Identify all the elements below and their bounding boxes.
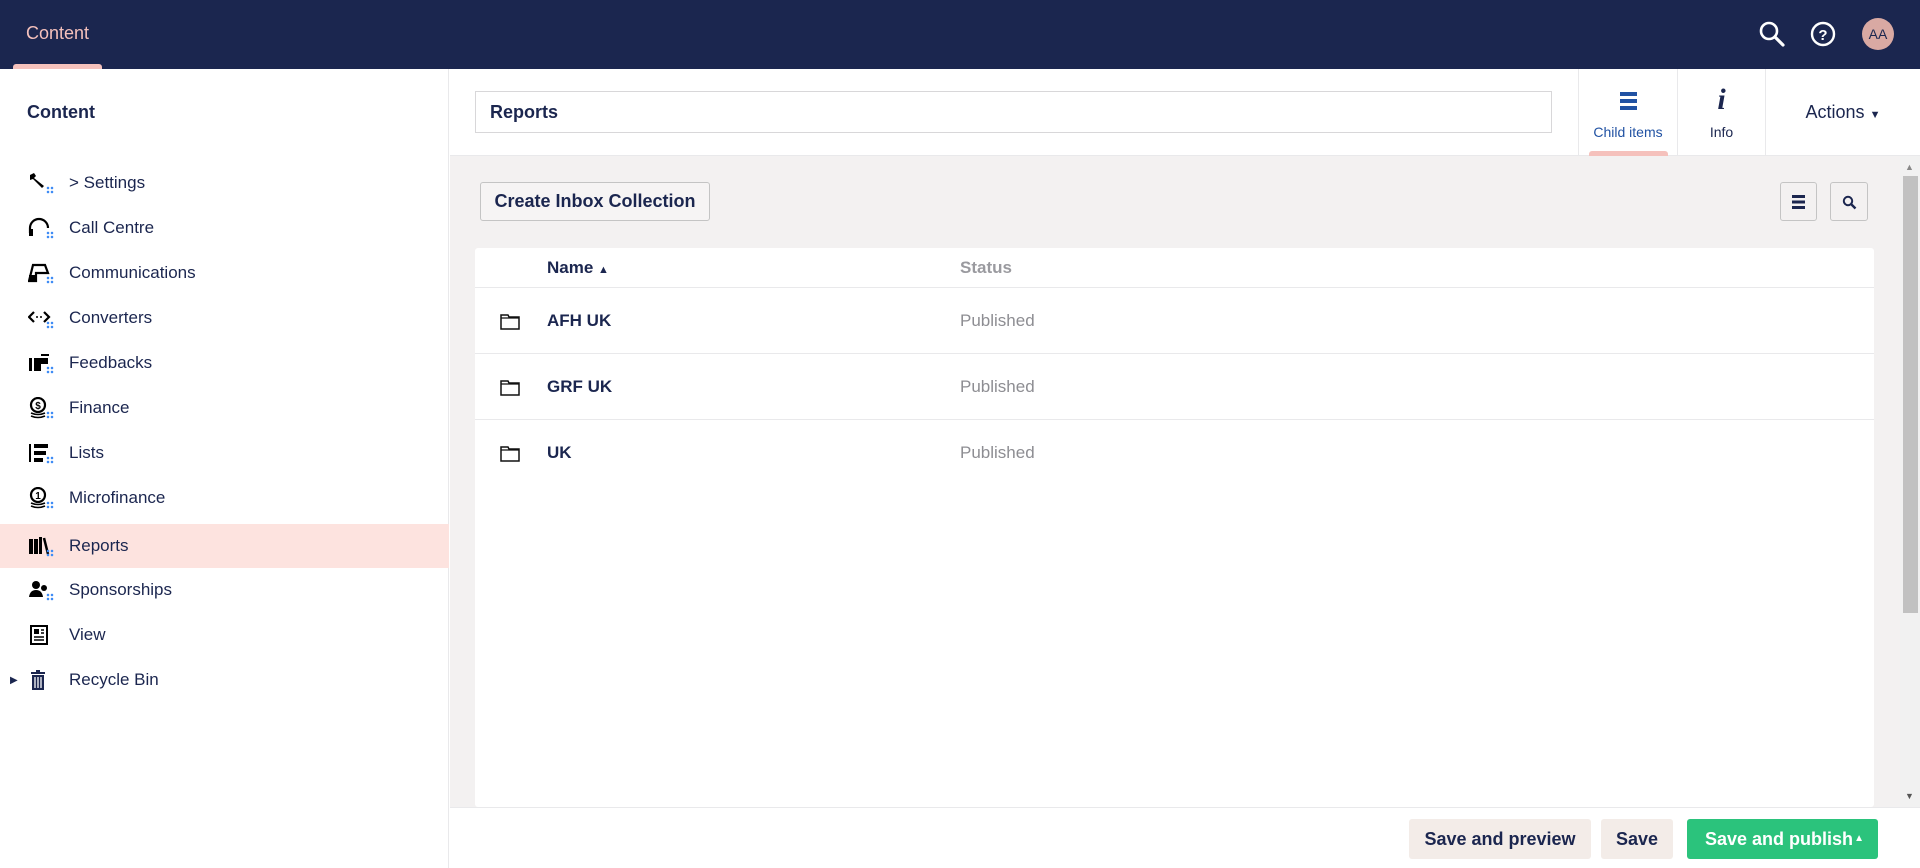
listview-area: Create Inbox Collection Name ▲ Status AF… xyxy=(450,156,1900,807)
sidebar-item-view[interactable]: View xyxy=(0,613,449,657)
table-header: Name ▲ Status xyxy=(475,248,1874,288)
top-header: Content ? AA xyxy=(0,0,1920,69)
svg-text:$: $ xyxy=(35,401,41,412)
row-name[interactable]: AFH UK xyxy=(547,288,611,354)
sidebar-item-communications[interactable]: Communications xyxy=(0,251,449,295)
editor-header: Child items i Info Actions ▼ xyxy=(450,69,1920,156)
sidebar-item-settings[interactable]: > Settings xyxy=(0,161,449,205)
section-tab-label: Content xyxy=(25,23,90,43)
tab-label: Info xyxy=(1709,124,1734,140)
dots-badge xyxy=(46,593,54,601)
sidebar-item-call-centre[interactable]: Call Centre xyxy=(0,206,449,250)
list-icon xyxy=(1792,195,1805,209)
caret-up-icon[interactable]: ▲ xyxy=(1854,819,1864,859)
info-icon: i xyxy=(1717,83,1726,116)
actions-label: Actions xyxy=(1805,102,1865,122)
create-inbox-collection-button[interactable]: Create Inbox Collection xyxy=(480,182,710,221)
dots-badge xyxy=(46,276,54,284)
folder-icon xyxy=(500,314,520,330)
column-label: Name xyxy=(547,258,594,277)
sidebar-item-converters[interactable]: Converters xyxy=(0,296,449,340)
sidebar-item-label: Finance xyxy=(69,398,130,417)
sidebar-item-label: > Settings xyxy=(69,173,146,192)
row-name[interactable]: GRF UK xyxy=(547,354,612,420)
trash-icon xyxy=(31,670,45,690)
expand-caret-icon[interactable]: ▶ xyxy=(10,675,18,686)
dots-badge xyxy=(46,501,54,509)
newspaper-icon xyxy=(30,625,48,645)
table-row[interactable]: UK Published xyxy=(475,420,1874,486)
row-status: Published xyxy=(960,443,1035,462)
folder-icon xyxy=(500,380,520,396)
sidebar-item-sponsorships[interactable]: Sponsorships xyxy=(0,568,449,612)
save-and-preview-button[interactable]: Save and preview xyxy=(1409,819,1591,859)
save-and-publish-label: Save and publish xyxy=(1705,829,1854,849)
sidebar-item-label: Call Centre xyxy=(69,218,155,237)
sidebar-item-label: Reports xyxy=(69,536,129,555)
sidebar-item-label: Communications xyxy=(69,263,196,282)
save-and-publish-button[interactable]: Save and publish ▲ xyxy=(1687,819,1878,859)
sidebar-item-finance[interactable]: $ Finance xyxy=(0,386,449,430)
folder-icon xyxy=(500,446,520,462)
sidebar-item-label: Recycle Bin xyxy=(69,670,159,689)
scroll-down-icon[interactable]: ▼ xyxy=(1905,791,1914,801)
dots-badge xyxy=(46,366,54,374)
actions-dropdown[interactable]: Actions ▼ xyxy=(1765,69,1920,156)
row-status: Published xyxy=(960,311,1035,330)
column-status-header[interactable]: Status xyxy=(960,248,1012,288)
sidebar-item-label: View xyxy=(69,625,106,644)
search-button[interactable] xyxy=(1830,182,1868,221)
sidebar-item-label: Microfinance xyxy=(69,488,166,507)
sidebar-item-label: Sponsorships xyxy=(69,580,173,599)
node-name-input[interactable] xyxy=(475,91,1552,133)
column-name-header[interactable]: Name ▲ xyxy=(547,248,609,290)
row-name[interactable]: UK xyxy=(547,420,572,486)
help-icon[interactable]: ? xyxy=(1809,20,1837,48)
table-row[interactable]: GRF UK Published xyxy=(475,354,1874,420)
list-layout-button[interactable] xyxy=(1780,182,1817,221)
list-icon xyxy=(1620,92,1637,110)
sidebar-item-lists[interactable]: Lists xyxy=(0,431,449,475)
caret-down-icon: ▼ xyxy=(1869,109,1881,121)
dots-badge xyxy=(46,456,54,464)
sidebar-item-feedbacks[interactable]: Feedbacks xyxy=(0,341,449,385)
editor-footer: Save and preview Save Save and publish ▲ xyxy=(450,807,1920,868)
svg-text:1: 1 xyxy=(35,491,41,502)
sidebar-item-microfinance[interactable]: 1 Microfinance xyxy=(0,476,449,520)
sort-asc-icon: ▲ xyxy=(598,264,609,276)
search-icon[interactable] xyxy=(1758,20,1786,48)
dots-badge xyxy=(46,231,54,239)
sidebar-title: Content xyxy=(27,102,95,122)
tab-child-items[interactable]: Child items xyxy=(1578,69,1677,156)
sidebar-item-label: Feedbacks xyxy=(69,353,153,372)
row-status: Published xyxy=(960,377,1035,396)
scrollbar[interactable]: ▲ ▼ xyxy=(1900,156,1920,807)
scrollbar-thumb[interactable] xyxy=(1903,176,1918,613)
section-tab-content[interactable]: Content xyxy=(13,0,102,69)
scroll-up-icon[interactable]: ▲ xyxy=(1905,162,1914,172)
dots-badge xyxy=(46,549,54,557)
tab-label: Child items xyxy=(1593,124,1663,140)
svg-text:?: ? xyxy=(1818,27,1827,44)
dots-badge xyxy=(46,321,54,329)
sidebar-item-recycle-bin[interactable]: ▶ Recycle Bin xyxy=(0,658,449,702)
tab-info[interactable]: i Info xyxy=(1677,69,1765,156)
dots-badge xyxy=(46,411,54,419)
sidebar-item-label: Converters xyxy=(69,308,153,327)
sidebar-item-label: Lists xyxy=(69,443,104,462)
dots-badge xyxy=(46,186,54,194)
sidebar: Content > Settings Call Centre Communica… xyxy=(0,69,449,868)
child-items-table: Name ▲ Status AFH UK Published GRF UK Publ… xyxy=(475,248,1874,807)
sidebar-item-reports[interactable]: Reports xyxy=(0,524,449,568)
save-button[interactable]: Save xyxy=(1601,819,1673,859)
table-row[interactable]: AFH UK Published xyxy=(475,288,1874,354)
search-icon xyxy=(1842,195,1856,210)
avatar[interactable]: AA xyxy=(1862,18,1894,50)
